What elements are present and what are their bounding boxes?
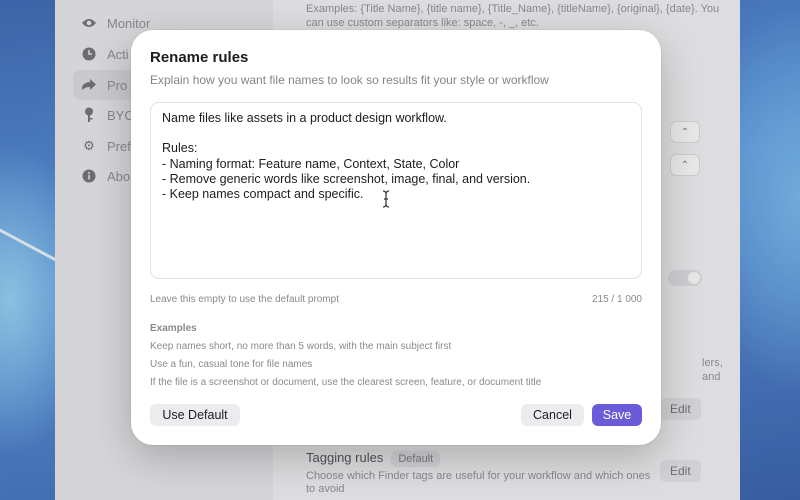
dialog-subtitle: Explain how you want file names to look … <box>150 73 549 87</box>
character-counter: 215 / 1 000 <box>591 294 642 305</box>
rename-prompt-textarea[interactable]: Name files like assets in a product desi… <box>150 102 642 279</box>
ibeam-cursor-icon <box>381 190 391 213</box>
example-item[interactable]: If the file is a screenshot or document,… <box>150 377 541 388</box>
examples-heading: Examples <box>150 323 197 334</box>
cancel-button[interactable]: Cancel <box>521 404 584 426</box>
helper-text: Leave this empty to use the default prom… <box>150 294 339 305</box>
use-default-button[interactable]: Use Default <box>150 404 240 426</box>
save-button[interactable]: Save <box>592 404 642 426</box>
dialog-title: Rename rules <box>150 49 249 66</box>
example-item[interactable]: Use a fun, casual tone for file names <box>150 359 312 370</box>
example-item[interactable]: Keep names short, no more than 5 words, … <box>150 341 451 352</box>
rename-rules-dialog: Rename rules Explain how you want file n… <box>131 30 661 445</box>
